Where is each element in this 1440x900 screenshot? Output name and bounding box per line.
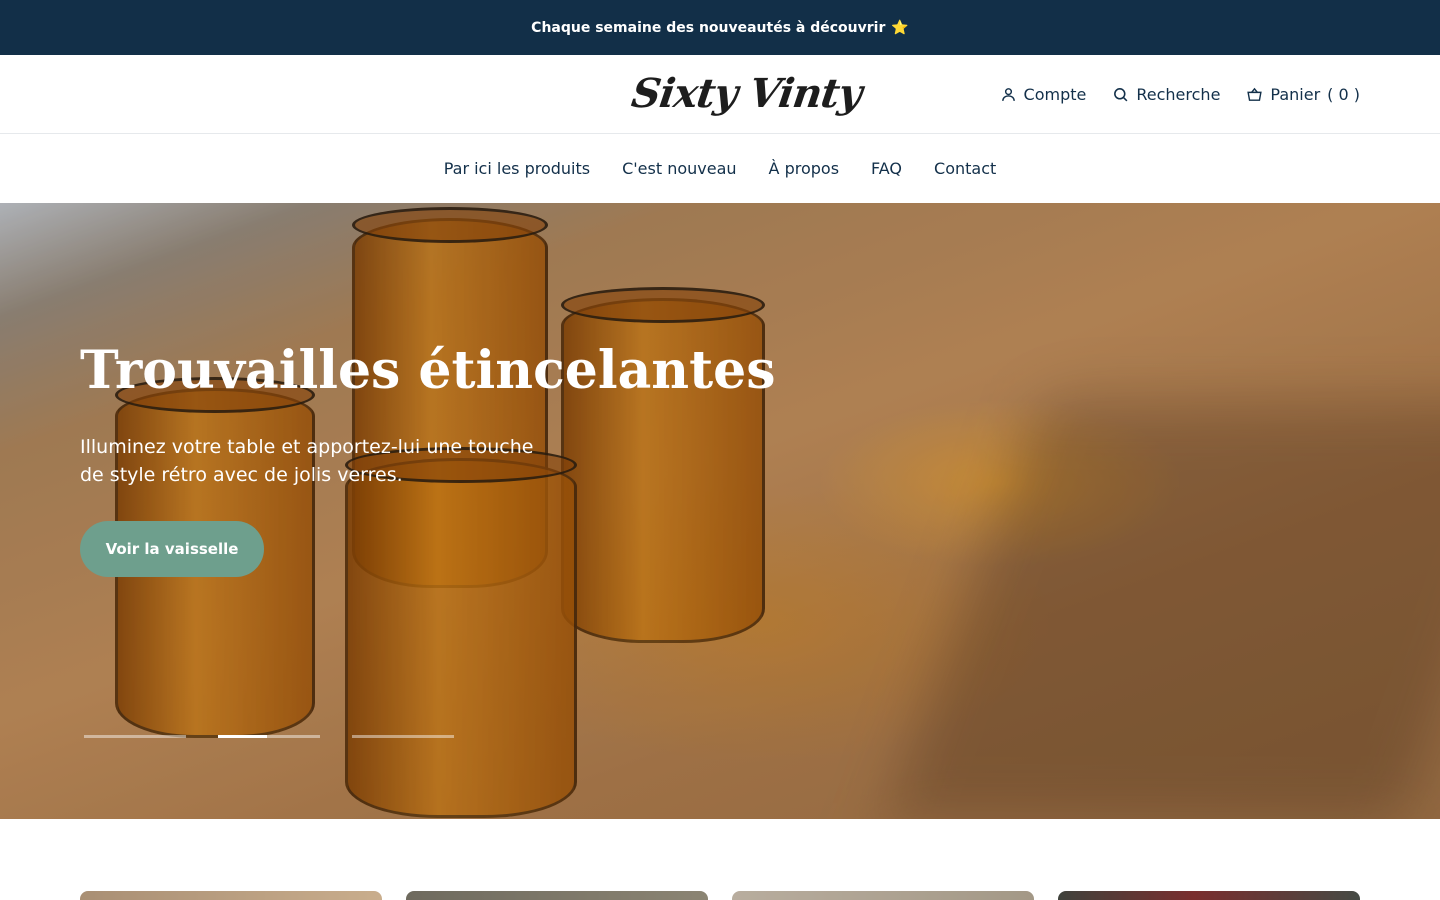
site-header: Sixty Vinty Compte Recherche Panier ( 0 … [0,55,1440,134]
basket-icon [1247,87,1263,101]
header-actions: Compte Recherche Panier ( 0 ) [1000,55,1360,133]
nav-item-about[interactable]: À propos [769,159,839,178]
slide-indicator-2[interactable] [218,735,320,738]
slide-indicator-1[interactable] [84,735,186,738]
user-icon [1001,87,1015,101]
view-tableware-button[interactable]: Voir la vaisselle [80,521,264,577]
collection-card[interactable] [732,891,1034,900]
slide-indicator-progress [218,735,267,738]
nav-item-contact[interactable]: Contact [934,159,996,178]
nav-item-products[interactable]: Par ici les produits [444,159,590,178]
cart-link[interactable]: Panier ( 0 ) [1246,85,1360,104]
collection-card[interactable] [80,891,382,900]
hero-content: Trouvailles étincelantes Illuminez votre… [80,339,776,577]
cart-count: ( 0 ) [1327,84,1360,104]
collection-card[interactable] [1058,891,1360,900]
collection-card[interactable] [406,891,708,900]
hero-text: Illuminez votre table et apportez-lui un… [80,436,534,486]
nav-item-faq[interactable]: FAQ [871,159,902,178]
collection-cards [80,891,1360,900]
account-label: Compte [1023,84,1087,104]
site-logo[interactable]: Sixty Vinty [628,63,865,125]
hero-title: Trouvailles étincelantes [80,340,776,401]
slide-indicator-3[interactable] [352,735,454,738]
announcement-bar: Chaque semaine des nouveautés à découvri… [0,0,1440,55]
account-link[interactable]: Compte [1000,84,1087,104]
hero-slideshow: Trouvailles étincelantes Illuminez votre… [0,203,1440,819]
search-icon [1114,87,1128,101]
star-icon: ⭐ [891,19,909,36]
search-link[interactable]: Recherche [1112,85,1220,104]
nav-item-new[interactable]: C'est nouveau [622,159,736,178]
main-navigation: Par ici les produits C'est nouveau À pro… [0,134,1440,203]
search-label: Recherche [1136,84,1221,104]
slide-indicators [84,735,454,738]
cart-label: Panier [1270,84,1321,104]
announcement-text: Chaque semaine des nouveautés à découvri… [531,19,886,36]
